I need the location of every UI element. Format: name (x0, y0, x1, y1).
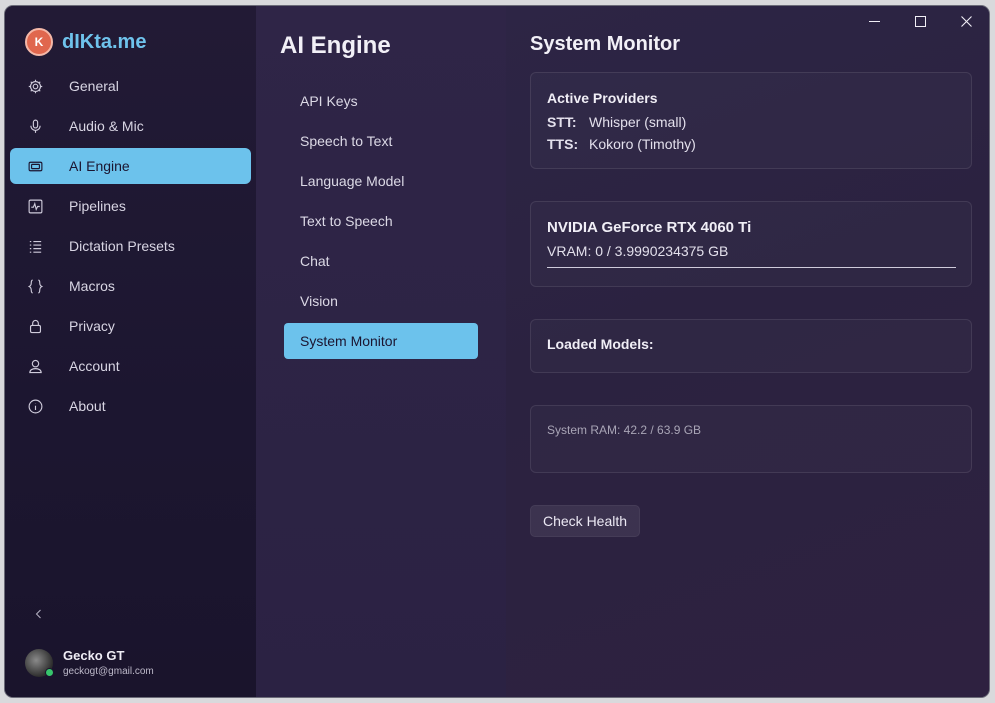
sidebar-item-ai-engine[interactable]: AI Engine (10, 148, 251, 184)
system-ram-card: System RAM: 42.2 / 63.9 GB (530, 405, 972, 473)
sidebar-item-macros[interactable]: Macros (10, 268, 251, 304)
sidebar-item-label: AI Engine (69, 158, 130, 174)
stt-row: STT: Whisper (small) (547, 114, 686, 130)
sidebar-item-label: About (69, 398, 106, 414)
active-providers-card: Active Providers STT: Whisper (small) TTS… (530, 72, 972, 169)
close-button[interactable] (943, 6, 989, 36)
sidebar-nav: General Audio & Mic AI Engine Pipelines (10, 68, 251, 428)
gear-icon (26, 77, 44, 95)
stt-value: Whisper (small) (589, 114, 687, 130)
sidebar-item-label: General (69, 78, 119, 94)
sidebar-item-account[interactable]: Account (10, 348, 251, 384)
subnav-item-speech-to-text[interactable]: Speech to Text (284, 123, 478, 159)
chevron-left-icon[interactable] (29, 604, 49, 624)
subnav-item-language-model[interactable]: Language Model (284, 163, 478, 199)
loaded-models-card: Loaded Models: (530, 319, 972, 373)
page-title: System Monitor (530, 33, 681, 55)
subnav-item-chat[interactable]: Chat (284, 243, 478, 279)
vram-text: VRAM: 0 / 3.9990234375 GB (547, 243, 729, 259)
minimize-button[interactable] (851, 6, 897, 36)
section-title: AI Engine (280, 32, 391, 59)
gpu-card: NVIDIA GeForce RTX 4060 Ti VRAM: 0 / 3.9… (530, 201, 972, 287)
online-status-dot (45, 667, 54, 677)
section-panel: AI Engine API Keys Speech to Text Langua… (256, 6, 506, 697)
sidebar-item-general[interactable]: General (10, 68, 251, 104)
braces-icon (26, 277, 44, 295)
maximize-icon (914, 15, 926, 27)
minimize-icon (868, 20, 880, 22)
sidebar-item-about[interactable]: About (10, 388, 251, 424)
close-icon (960, 15, 972, 27)
sidebar-item-label: Privacy (69, 318, 115, 334)
system-ram-text: System RAM: 42.2 / 63.9 GB (547, 423, 702, 437)
vram-progress-bar (547, 267, 956, 268)
subnav-item-vision[interactable]: Vision (284, 283, 478, 319)
pipeline-icon (26, 197, 44, 215)
loaded-models-heading: Loaded Models: (547, 336, 654, 352)
brand-logo-icon: K (25, 28, 53, 56)
tts-key: TTS: (547, 136, 579, 152)
microphone-icon (26, 117, 44, 135)
brand-logo-text: K (34, 35, 44, 49)
maximize-button[interactable] (897, 6, 943, 36)
tts-row: TTS: Kokoro (Timothy) (547, 136, 696, 152)
subnav-item-api-keys[interactable]: API Keys (284, 83, 478, 119)
section-nav: API Keys Speech to Text Language Model T… (284, 83, 478, 363)
gpu-name: NVIDIA GeForce RTX 4060 Ti (547, 219, 752, 236)
lock-icon (26, 317, 44, 335)
sidebar-item-label: Audio & Mic (69, 118, 144, 134)
info-icon (26, 397, 44, 415)
tts-value: Kokoro (Timothy) (589, 136, 696, 152)
chip-icon (26, 157, 44, 175)
main-content: System Monitor Active Providers STT: Whis… (506, 6, 989, 697)
user-profile[interactable]: Gecko GT geckogt@gmail.com (25, 648, 154, 677)
active-providers-heading: Active Providers (547, 90, 658, 106)
sidebar: K dIKta.me General Audio & Mic AI Engine… (5, 6, 256, 697)
sidebar-item-privacy[interactable]: Privacy (10, 308, 251, 344)
sidebar-item-label: Macros (69, 278, 115, 294)
avatar (25, 648, 54, 677)
check-health-button[interactable]: Check Health (530, 505, 641, 537)
sidebar-item-label: Pipelines (69, 198, 126, 214)
brand-name: dIKta.me (62, 30, 147, 53)
sidebar-item-dictation-presets[interactable]: Dictation Presets (10, 228, 251, 264)
sidebar-item-pipelines[interactable]: Pipelines (10, 188, 251, 224)
stt-key: STT: (547, 114, 577, 130)
user-icon (26, 357, 44, 375)
sidebar-item-audio-mic[interactable]: Audio & Mic (10, 108, 251, 144)
list-icon (26, 237, 44, 255)
sidebar-item-label: Account (69, 358, 120, 374)
brand[interactable]: K dIKta.me (25, 28, 146, 56)
subnav-item-text-to-speech[interactable]: Text to Speech (284, 203, 478, 239)
user-email: geckogt@gmail.com (63, 666, 154, 677)
user-name: Gecko GT (63, 648, 125, 663)
app-window: K dIKta.me General Audio & Mic AI Engine… (5, 6, 989, 697)
sidebar-item-label: Dictation Presets (69, 238, 175, 254)
subnav-item-system-monitor[interactable]: System Monitor (284, 323, 478, 359)
